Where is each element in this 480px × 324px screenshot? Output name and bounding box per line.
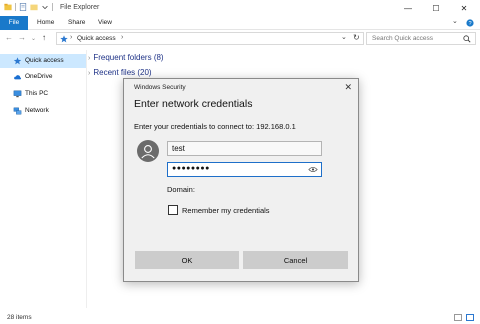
sidebar-item-onedrive[interactable]: OneDrive <box>0 70 86 84</box>
password-value: ●●●●●●●● <box>172 165 210 172</box>
quick-access-toolbar <box>4 3 53 11</box>
cloud-icon <box>14 75 22 80</box>
item-count: 28 items <box>7 314 32 321</box>
breadcrumb-separator: › <box>121 34 124 41</box>
window-title: File Explorer <box>60 4 100 11</box>
help-glyph: ? <box>468 21 471 27</box>
breadcrumb[interactable]: Quick access <box>77 35 116 42</box>
up-button[interactable]: ↑ <box>42 33 46 42</box>
folder-icon[interactable] <box>4 3 12 11</box>
group-header-frequent-folders[interactable]: › Frequent folders (8) <box>88 53 164 62</box>
chevron-right-icon: › <box>88 55 91 62</box>
ribbon: File Home Share View ⌄ ? <box>0 16 480 30</box>
cancel-button[interactable]: Cancel <box>243 251 348 269</box>
minimize-button[interactable]: — <box>396 0 420 16</box>
address-row: ← → ⌄ ↑ › Quick access › ⌄ ↻ Search Quic… <box>0 30 480 46</box>
search-icon[interactable] <box>463 35 471 43</box>
person-icon <box>141 145 155 159</box>
sidebar-item-this-pc[interactable]: This PC <box>0 87 86 101</box>
back-button[interactable]: ← <box>5 33 13 42</box>
toolbar-separator <box>52 3 53 11</box>
username-field[interactable]: test <box>167 141 322 156</box>
ribbon-expand-icon[interactable]: ⌄ <box>452 17 458 25</box>
reveal-password-icon[interactable] <box>308 166 318 173</box>
sidebar-item-label: Quick access <box>25 57 64 64</box>
address-dropdown-icon[interactable]: ⌄ <box>341 33 347 41</box>
tab-file[interactable]: File <box>0 16 28 30</box>
network-icon <box>13 107 22 115</box>
sidebar-item-label: OneDrive <box>25 73 53 80</box>
sidebar-item-label: Network <box>25 107 49 114</box>
search-placeholder: Search Quick access <box>372 35 434 42</box>
toolbar-separator <box>15 3 16 11</box>
large-icons-view-icon[interactable] <box>466 314 474 321</box>
maximize-button[interactable]: ☐ <box>424 0 448 16</box>
remember-credentials-label[interactable]: Remember my credentials <box>182 206 270 215</box>
recent-locations-button[interactable]: ⌄ <box>31 35 36 42</box>
details-view-icon[interactable] <box>454 314 462 321</box>
domain-label: Domain: <box>167 185 195 194</box>
star-icon <box>60 35 68 43</box>
group-header-recent-files[interactable]: › Recent files (20) <box>88 68 152 77</box>
remember-credentials-checkbox[interactable] <box>168 205 178 215</box>
password-field[interactable]: ●●●●●●●● <box>167 162 322 177</box>
tab-share[interactable]: Share <box>64 16 89 30</box>
sidebar-item-label: This PC <box>25 90 49 97</box>
refresh-icon[interactable]: ↻ <box>353 33 360 42</box>
connect-message: Enter your credentials to connect to: 19… <box>134 122 296 131</box>
ok-button[interactable]: OK <box>135 251 239 269</box>
user-avatar-icon <box>137 140 159 162</box>
tab-home[interactable]: Home <box>33 16 58 30</box>
breadcrumb-separator: › <box>70 34 73 41</box>
star-icon <box>13 57 22 65</box>
sidebar-item-quick-access[interactable]: Quick access <box>0 54 86 68</box>
dialog-heading: Enter network credentials <box>134 98 253 110</box>
navigation-pane: Quick access OneDrive This PC Network <box>0 50 86 310</box>
dialog-title: Windows Security <box>134 84 186 91</box>
sidebar-item-network[interactable]: Network <box>0 104 86 118</box>
group-label: Frequent folders (8) <box>93 53 164 62</box>
chevron-down-icon[interactable] <box>41 3 49 11</box>
credentials-dialog: Windows Security ✕ Enter network credent… <box>123 78 359 282</box>
chevron-right-icon: › <box>88 70 91 77</box>
status-bar: 28 items <box>0 310 480 324</box>
tab-view[interactable]: View <box>94 16 116 30</box>
help-icon[interactable]: ? <box>466 19 474 27</box>
forward-button[interactable]: → <box>18 33 26 42</box>
new-folder-icon[interactable] <box>30 3 38 11</box>
close-button[interactable]: ✕ <box>452 0 476 16</box>
search-input[interactable]: Search Quick access <box>366 32 476 45</box>
computer-icon <box>13 90 22 98</box>
title-bar: File Explorer — ☐ ✕ <box>0 0 480 16</box>
group-label: Recent files (20) <box>93 68 152 77</box>
address-bar[interactable]: › Quick access › ⌄ ↻ <box>56 32 364 45</box>
pane-splitter[interactable] <box>86 50 87 308</box>
properties-icon[interactable] <box>19 3 27 11</box>
dialog-close-button[interactable]: ✕ <box>344 82 352 93</box>
